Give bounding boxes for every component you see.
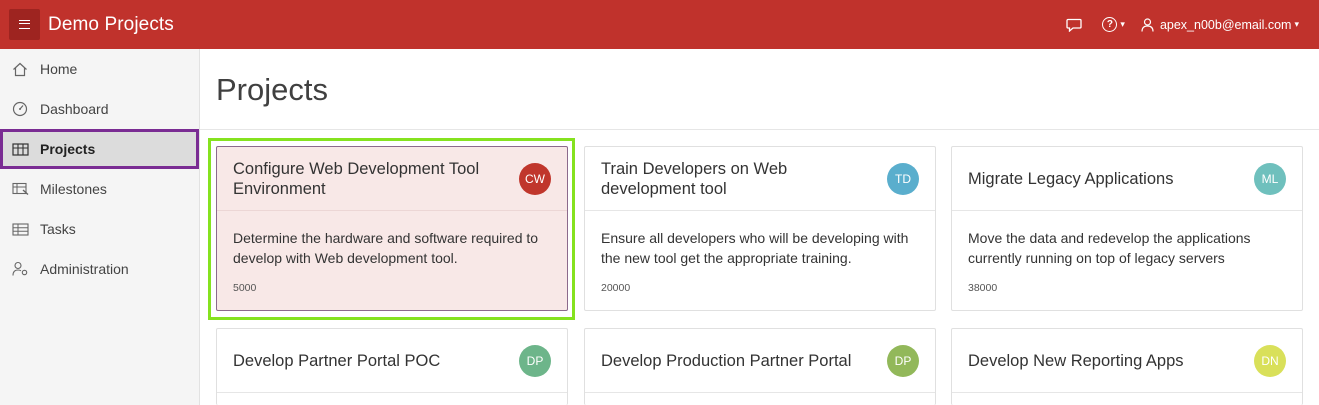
help-menu-button[interactable]: ? ▾ <box>1102 17 1125 32</box>
avatar: ML <box>1254 163 1286 195</box>
sidebar-item-dashboard[interactable]: Dashboard <box>0 89 199 129</box>
sidebar-item-label: Home <box>40 61 78 77</box>
card-header: Develop Production Partner Portal DP <box>585 329 935 393</box>
card-title: Configure Web Development Tool Environme… <box>233 159 480 198</box>
sidebar-item-administration[interactable]: Administration <box>0 249 199 289</box>
chevron-down-icon: ▾ <box>1120 19 1125 29</box>
avatar: DP <box>519 345 551 377</box>
project-card[interactable]: Configure Web Development Tool Environme… <box>216 146 568 311</box>
user-settings-icon <box>11 261 29 277</box>
dashboard-gauge-icon <box>11 101 29 117</box>
sidebar-item-label: Projects <box>40 141 96 157</box>
card-header: Train Developers on Web development tool… <box>585 147 935 211</box>
hamburger-icon <box>19 20 30 29</box>
card-title: Migrate Legacy Applications <box>968 169 1174 188</box>
sidebar-item-label: Tasks <box>40 221 76 237</box>
header-actions: ? ▾ apex_n00b@email.com ▾ <box>1066 0 1299 49</box>
avatar: CW <box>519 163 551 195</box>
project-card[interactable]: Develop Partner Portal POC DP <box>216 328 568 405</box>
hamburger-menu-button[interactable] <box>9 9 40 40</box>
feedback-button[interactable] <box>1066 18 1083 32</box>
sidebar-item-milestones[interactable]: Milestones <box>0 169 199 209</box>
avatar: DN <box>1254 345 1286 377</box>
card-budget: 20000 <box>601 282 631 294</box>
card-description: Move the data and redevelop the applicat… <box>968 230 1251 266</box>
task-table-icon <box>11 221 29 237</box>
card-header: Configure Web Development Tool Environme… <box>217 147 567 211</box>
divider <box>200 129 1319 130</box>
sidebar-item-label: Administration <box>40 261 129 277</box>
sidebar-item-home[interactable]: Home <box>0 49 199 89</box>
side-navigation: Home Dashboard Projects Milestones Tasks… <box>0 49 200 405</box>
project-card[interactable]: Develop New Reporting Apps DN <box>951 328 1303 405</box>
app-title[interactable]: Demo Projects <box>48 14 174 36</box>
sidebar-item-label: Dashboard <box>40 101 109 117</box>
card-description: Ensure all developers who will be develo… <box>601 230 909 266</box>
card-title: Develop New Reporting Apps <box>968 351 1184 370</box>
user-menu-button[interactable]: apex_n00b@email.com ▾ <box>1141 18 1299 32</box>
card-header: Develop New Reporting Apps DN <box>952 329 1302 393</box>
project-card[interactable]: Migrate Legacy Applications ML Move the … <box>951 146 1303 311</box>
home-icon <box>11 61 29 77</box>
card-title: Develop Partner Portal POC <box>233 351 441 370</box>
page-title: Projects <box>216 72 328 107</box>
chat-bubble-icon <box>1066 18 1083 32</box>
card-header: Develop Partner Portal POC DP <box>217 329 567 393</box>
card-title: Train Developers on Web development tool <box>601 159 788 198</box>
card-header: Migrate Legacy Applications ML <box>952 147 1302 211</box>
card-budget: 5000 <box>233 282 257 294</box>
card-description: Determine the hardware and software requ… <box>233 230 539 266</box>
card-budget: 38000 <box>968 282 998 294</box>
top-navigation-bar: Demo Projects ? ▾ apex_n00b@email.com ▾ <box>0 0 1319 49</box>
sidebar-item-tasks[interactable]: Tasks <box>0 209 199 249</box>
milestone-list-icon <box>11 181 29 197</box>
sidebar-item-label: Milestones <box>40 181 107 197</box>
sidebar-item-projects[interactable]: Projects <box>0 129 199 169</box>
user-icon <box>1141 17 1154 32</box>
avatar: DP <box>887 345 919 377</box>
user-email: apex_n00b@email.com <box>1159 17 1292 32</box>
avatar: TD <box>887 163 919 195</box>
help-circle-icon: ? <box>1102 17 1118 32</box>
project-card[interactable]: Develop Production Partner Portal DP <box>584 328 936 405</box>
project-card[interactable]: Train Developers on Web development tool… <box>584 146 936 311</box>
table-grid-icon <box>11 141 29 157</box>
chevron-down-icon: ▾ <box>1294 19 1299 29</box>
card-title: Develop Production Partner Portal <box>601 351 852 370</box>
